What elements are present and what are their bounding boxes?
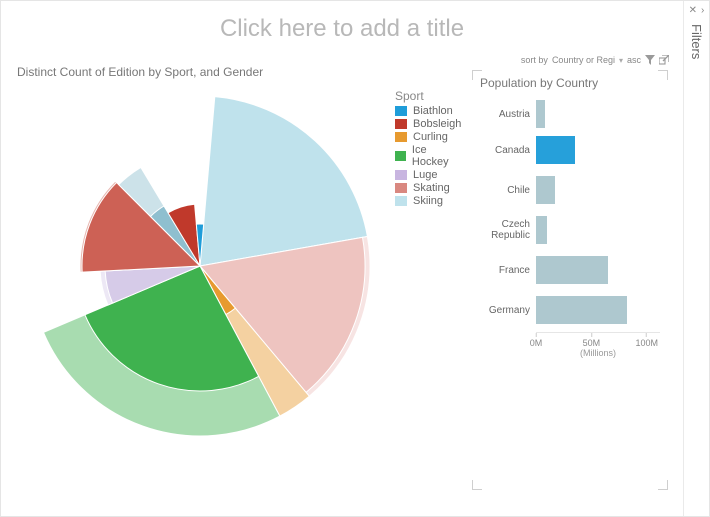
filters-label: Filters bbox=[689, 24, 704, 59]
legend-title: Sport bbox=[395, 89, 461, 103]
selection-corner bbox=[472, 480, 482, 490]
legend-swatch bbox=[395, 132, 407, 142]
bar-row[interactable]: Chile bbox=[480, 170, 660, 210]
selection-corner bbox=[658, 70, 668, 80]
filters-rail[interactable]: ✕ › Filters bbox=[683, 1, 709, 516]
legend-item[interactable]: Skating bbox=[395, 182, 461, 194]
close-icon[interactable]: ✕ bbox=[689, 5, 697, 16]
legend-item[interactable]: Luge bbox=[395, 169, 461, 181]
x-axis-label: (Millions) bbox=[472, 348, 668, 358]
bar-label: France bbox=[480, 265, 536, 276]
bar-rect[interactable] bbox=[536, 136, 575, 164]
legend-item[interactable]: Skiing bbox=[395, 195, 461, 207]
bar-rect[interactable] bbox=[536, 176, 555, 204]
legend-item[interactable]: Curling bbox=[395, 131, 461, 143]
bar-rect[interactable] bbox=[536, 100, 545, 128]
legend-label: Skating bbox=[413, 182, 450, 194]
legend-label: Curling bbox=[413, 131, 448, 143]
sort-order[interactable]: asc bbox=[627, 55, 641, 65]
bar-chart[interactable]: Population by Country Austria Canada Chile… bbox=[471, 69, 669, 491]
sort-by-value[interactable]: Country or Regi bbox=[552, 55, 615, 65]
selection-corner bbox=[472, 70, 482, 80]
bar-toolbar: sort by Country or Regi ▾ asc bbox=[471, 51, 669, 69]
axis-tick: 100M bbox=[635, 333, 658, 348]
pie-legend: Sport BiathlonBobsleighCurlingIce Hockey… bbox=[395, 89, 461, 207]
bar-row[interactable]: Canada bbox=[480, 130, 660, 170]
bar-chart-title: Population by Country bbox=[472, 70, 668, 96]
selection-corner bbox=[658, 480, 668, 490]
legend-item[interactable]: Ice Hockey bbox=[395, 144, 461, 168]
chevron-down-icon[interactable]: ▾ bbox=[619, 56, 623, 65]
pie-chart[interactable] bbox=[15, 81, 385, 451]
legend-label: Bobsleigh bbox=[413, 118, 461, 130]
legend-swatch bbox=[395, 151, 406, 161]
legend-item[interactable]: Bobsleigh bbox=[395, 118, 461, 130]
bar-label: Czech Republic bbox=[480, 219, 536, 241]
pie-chart-card[interactable]: Distinct Count of Edition by Sport, and … bbox=[15, 51, 461, 491]
axis-tick: 50M bbox=[583, 333, 601, 348]
bar-label: Canada bbox=[480, 145, 536, 156]
legend-swatch bbox=[395, 119, 407, 129]
sort-by-label: sort by bbox=[521, 55, 548, 65]
chevron-right-icon[interactable]: › bbox=[701, 5, 704, 16]
bar-label: Chile bbox=[480, 185, 536, 196]
legend-label: Biathlon bbox=[413, 105, 453, 117]
popout-icon[interactable] bbox=[659, 55, 669, 65]
legend-label: Skiing bbox=[413, 195, 443, 207]
bar-label: Austria bbox=[480, 109, 536, 120]
bar-row[interactable]: Czech Republic bbox=[480, 210, 660, 250]
bar-rect[interactable] bbox=[536, 216, 547, 244]
axis-tick: 0M bbox=[530, 333, 543, 348]
report-canvas: Click here to add a title Distinct Count… bbox=[1, 1, 683, 516]
legend-swatch bbox=[395, 106, 407, 116]
bar-row[interactable]: Austria bbox=[480, 98, 660, 130]
bar-chart-card[interactable]: sort by Country or Regi ▾ asc Population… bbox=[471, 51, 669, 491]
legend-swatch bbox=[395, 170, 407, 180]
bar-row[interactable]: France bbox=[480, 250, 660, 290]
pie-chart-title: Distinct Count of Edition by Sport, and … bbox=[17, 65, 461, 79]
bar-rect[interactable] bbox=[536, 256, 608, 284]
bar-row[interactable]: Germany bbox=[480, 290, 660, 330]
legend-label: Ice Hockey bbox=[412, 144, 461, 168]
filter-icon[interactable] bbox=[645, 55, 655, 65]
bar-label: Germany bbox=[480, 305, 536, 316]
legend-label: Luge bbox=[413, 169, 437, 181]
title-placeholder[interactable]: Click here to add a title bbox=[15, 15, 669, 43]
bar-rect[interactable] bbox=[536, 296, 627, 324]
legend-swatch bbox=[395, 183, 407, 193]
legend-swatch bbox=[395, 196, 407, 206]
legend-item[interactable]: Biathlon bbox=[395, 105, 461, 117]
